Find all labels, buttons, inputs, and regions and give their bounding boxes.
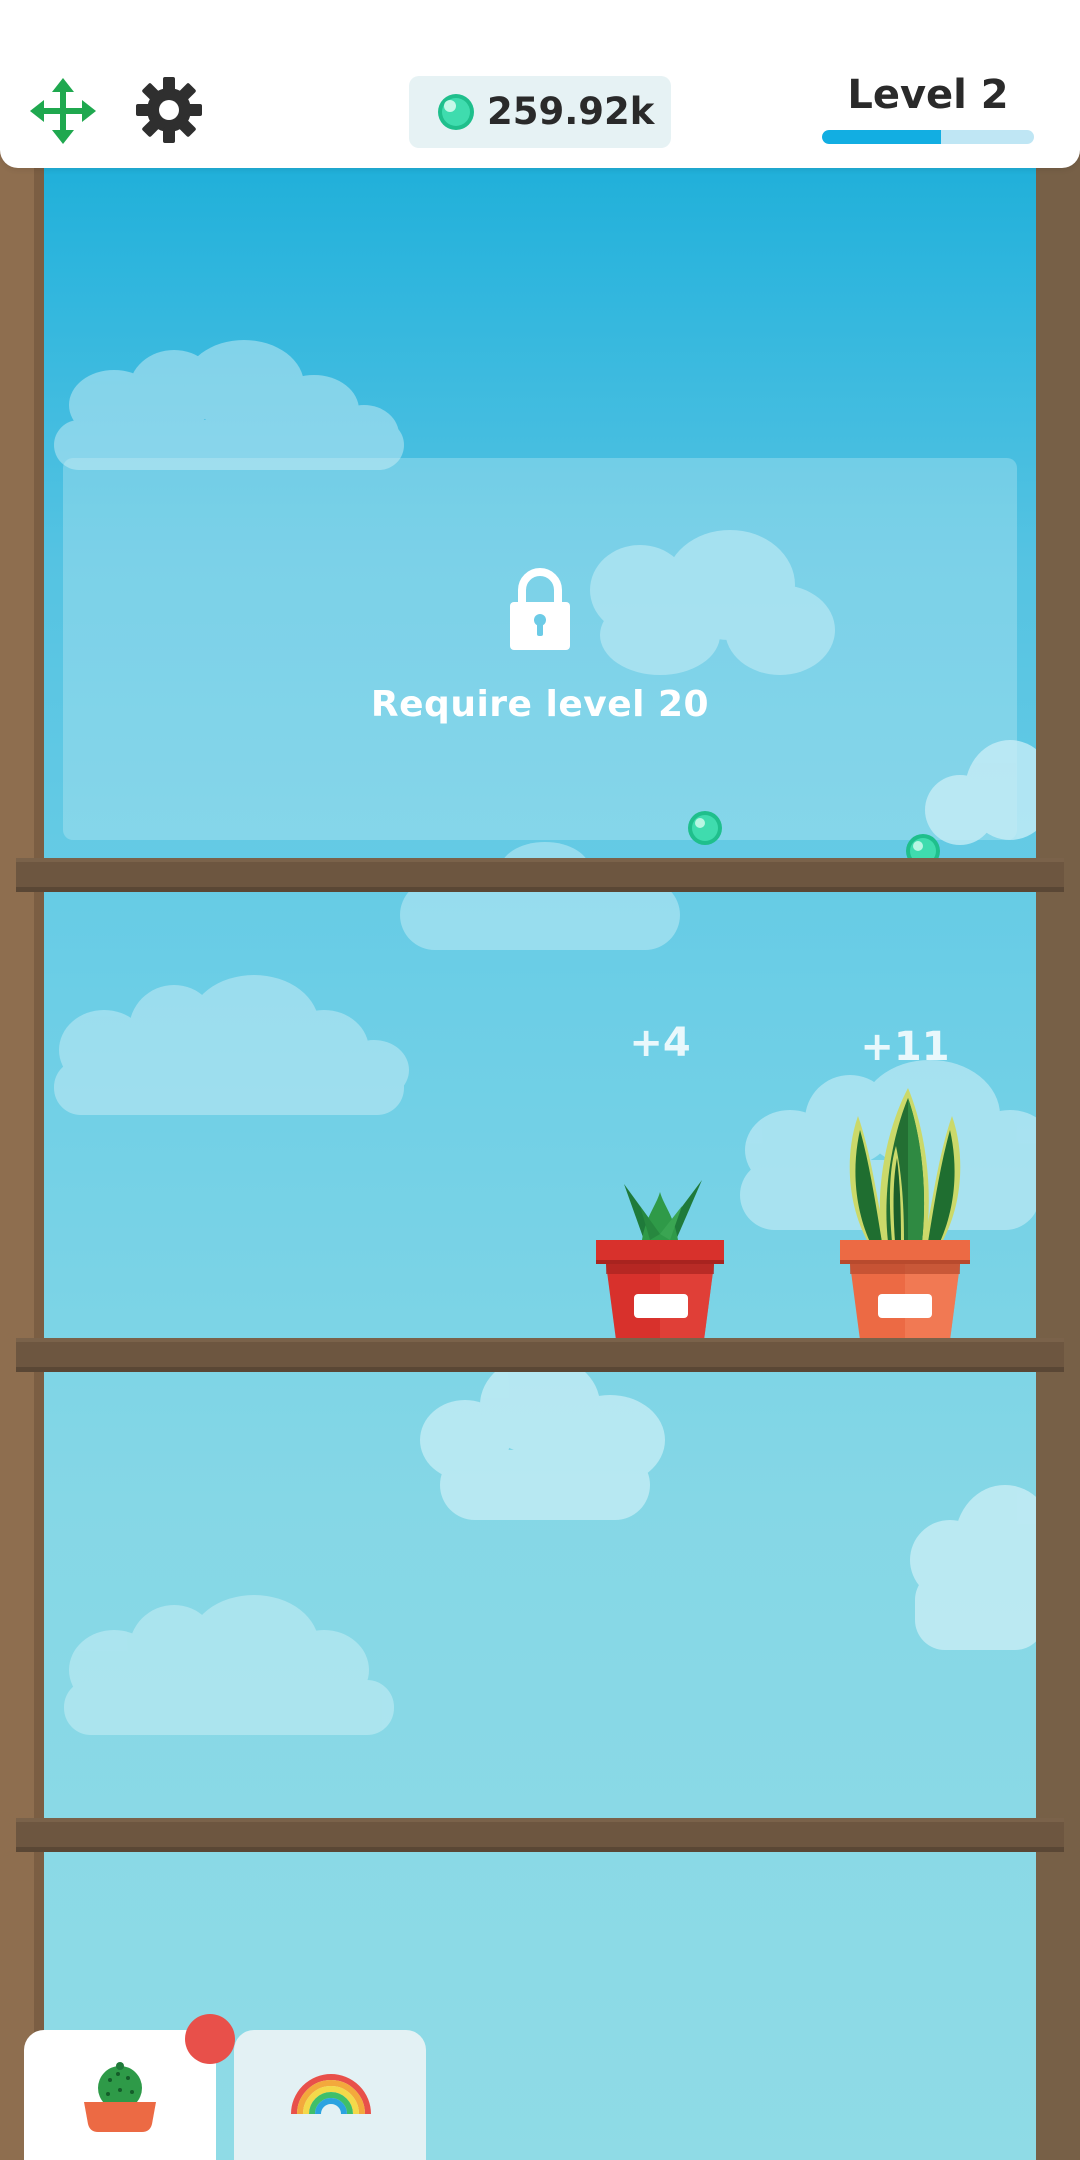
notification-badge — [185, 2014, 235, 2064]
gear-icon[interactable] — [136, 77, 202, 143]
cactus-pot-icon — [84, 2062, 156, 2132]
cloud-decoration — [64, 1595, 394, 1735]
top-bar: 259.92k Level 2 — [0, 0, 1080, 168]
move-arrows-icon[interactable] — [30, 78, 96, 144]
snake-plant-pot[interactable] — [838, 1086, 972, 1340]
rainbow-icon — [291, 2074, 371, 2115]
game-scene: Require level 20 +4 +11 — [0, 0, 1080, 2160]
wood-shelf — [16, 1338, 1064, 1372]
level-progress-fill — [822, 130, 941, 144]
currency-amount: 259.92k — [487, 90, 655, 133]
wood-shelf — [16, 1818, 1064, 1852]
wood-shelf — [16, 858, 1064, 892]
currency-display[interactable]: 259.92k — [409, 76, 671, 148]
cloud-decoration — [54, 975, 409, 1115]
level-progress-bar — [822, 130, 1034, 144]
gem-drop-icon[interactable] — [686, 809, 724, 847]
lock-icon — [510, 568, 570, 650]
locked-requirement-text: Require level 20 — [370, 684, 710, 725]
earn-amount-label: +11 — [860, 1024, 950, 1070]
cloud-decoration — [910, 1485, 1045, 1650]
aloe-plant-pot[interactable] — [594, 1176, 726, 1340]
level-label: Level 2 — [847, 72, 1009, 118]
green-gem-icon — [438, 94, 474, 130]
earn-amount-label: +4 — [629, 1020, 691, 1066]
cloud-decoration — [54, 340, 404, 470]
tab-rainbow[interactable] — [234, 2030, 426, 2160]
cloud-decoration — [420, 1355, 665, 1520]
